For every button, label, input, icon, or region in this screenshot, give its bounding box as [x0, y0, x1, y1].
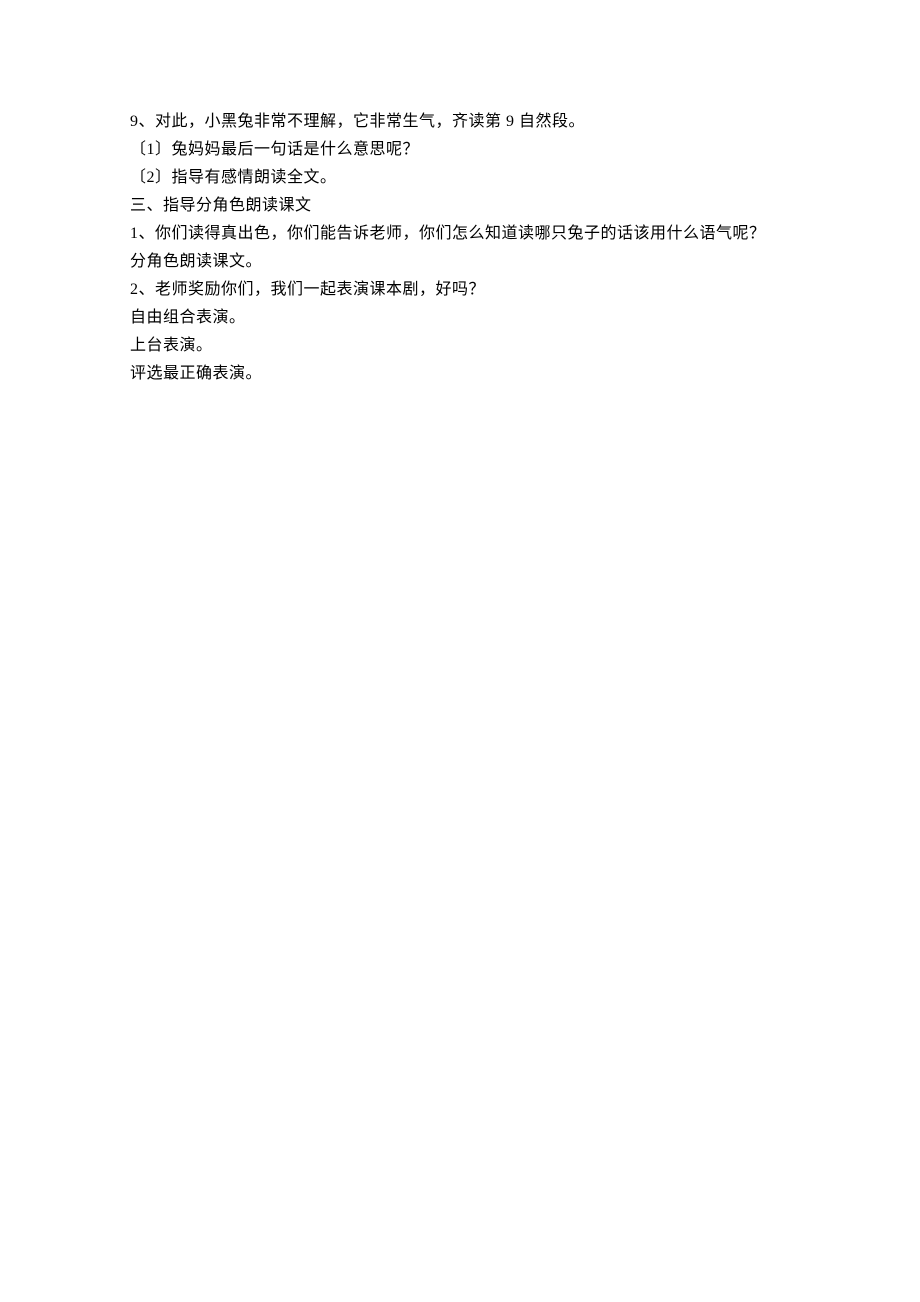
text-line: 分角色朗读课文。 [130, 248, 790, 276]
text-line: 上台表演。 [130, 332, 790, 360]
text-line: 1、你们读得真出色，你们能告诉老师，你们怎么知道读哪只兔子的话该用什么语气呢？ [130, 220, 790, 248]
text-line: 三、指导分角色朗读课文 [130, 192, 790, 220]
text-line: 9、对此，小黑兔非常不理解，它非常生气，齐读第 9 自然段。 [130, 108, 790, 136]
text-line: 评选最正确表演。 [130, 360, 790, 388]
text-line: 自由组合表演。 [130, 304, 790, 332]
text-line: 2、老师奖励你们，我们一起表演课本剧，好吗？ [130, 276, 790, 304]
text-line: 〔2〕指导有感情朗读全文。 [130, 164, 790, 192]
document-content: 9、对此，小黑兔非常不理解，它非常生气，齐读第 9 自然段。 〔1〕兔妈妈最后一… [130, 108, 790, 388]
text-line: 〔1〕兔妈妈最后一句话是什么意思呢？ [130, 136, 790, 164]
